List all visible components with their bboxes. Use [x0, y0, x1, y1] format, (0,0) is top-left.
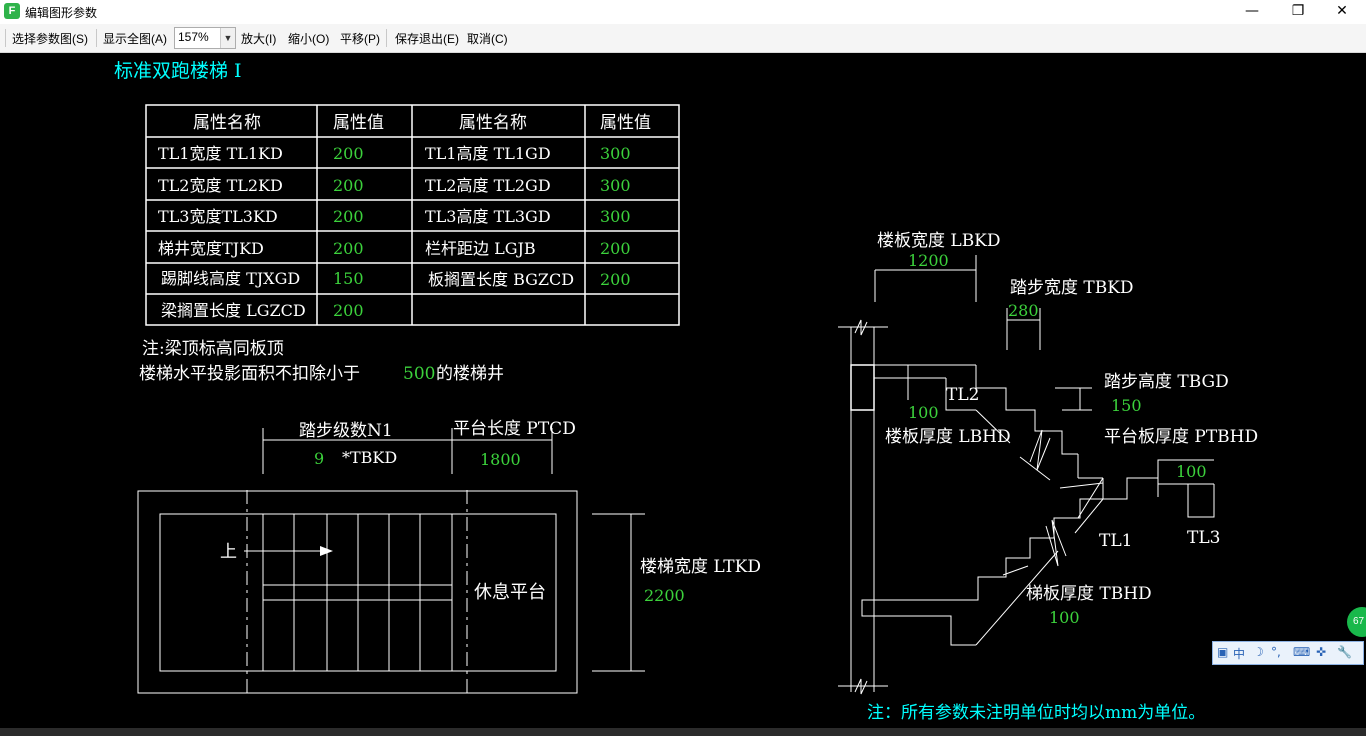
tread-width-label: 踏步宽度 TBKD [1010, 278, 1134, 298]
steps-label: 踏步级数N1 [299, 421, 393, 441]
status-bar [0, 728, 1366, 736]
up-label: 上 [220, 542, 237, 562]
stair-width-label: 楼梯宽度 LTKD [640, 557, 761, 577]
platform-length-value[interactable]: 1800 [480, 450, 521, 469]
stair-section-drawing [838, 255, 1215, 695]
table-cell-value[interactable]: 300 [600, 144, 631, 163]
table-cell-name: 踢脚线高度 TJXGD [161, 269, 300, 288]
tools-icon[interactable]: ✜ [1316, 645, 1326, 659]
table-cell-name: TL1宽度 TL1KD [158, 144, 283, 163]
wrench-icon[interactable]: 🔧 [1337, 645, 1352, 659]
table-cell-value[interactable]: 200 [600, 239, 631, 258]
table-cell-name: 梯井宽度TJKD [158, 239, 264, 258]
note-area-value[interactable]: 500 [403, 364, 435, 384]
app-icon: F [4, 3, 20, 19]
tl2-label: TL2 [946, 385, 979, 405]
platform-slab-thickness-label: 平台板厚度 PTBHD [1104, 427, 1258, 447]
keyboard-icon[interactable]: ⌨ [1293, 645, 1310, 659]
toolbar-divider [386, 29, 387, 47]
window-title: 编辑图形参数 [25, 6, 98, 20]
table-header: 属性值 [600, 113, 651, 133]
steps-multiplier: *TBKD [342, 448, 397, 467]
table-cell-value[interactable]: 300 [600, 207, 631, 226]
table-cell-value[interactable]: 200 [333, 144, 364, 163]
stair-plan-drawing [137, 428, 645, 694]
ime-language[interactable]: 中 [1233, 645, 1245, 662]
close-button[interactable]: ✕ [1319, 0, 1365, 24]
slab-width-label: 楼板宽度 LBKD [877, 231, 1001, 251]
punctuation-icon[interactable]: °, [1271, 645, 1281, 659]
drawing-canvas[interactable]: 标准双跑楼梯 I 属性名称 属性值 属性名称 属性值 TL1宽度 TL1KD T… [0, 52, 1366, 728]
stair-slab-thickness-label: 梯板厚度 TBHD [1026, 584, 1152, 604]
toolbar: 选择参数图(S) 显示全图(A) 157% ▼ 放大(I) 缩小(O) 平移(P… [0, 24, 1366, 53]
select-diagram-button[interactable]: 选择参数图(S) [12, 30, 88, 47]
table-cell-name: 梁搁置长度 LGZCD [161, 301, 306, 320]
table-cell-name: TL1高度 TL1GD [425, 144, 551, 163]
save-exit-button[interactable]: 保存退出(E) [395, 30, 459, 47]
platform-slab-thickness-value[interactable]: 100 [1176, 462, 1207, 481]
toolbar-divider [96, 29, 97, 47]
zoom-select[interactable]: 157% ▼ [174, 27, 236, 49]
table-header: 属性名称 [193, 113, 261, 133]
note-beam-top: 注:梁顶标高同板顶 [142, 339, 284, 359]
ime-toolbar[interactable]: ▣ 中 ☽ °, ⌨ ✜ 🔧 [1212, 641, 1364, 665]
table-cell-name: 栏杆距边 LGJB [425, 239, 536, 258]
slab-width-value[interactable]: 1200 [908, 251, 949, 270]
table-header: 属性值 [333, 113, 384, 133]
table-cell-name: TL3宽度TL3KD [158, 207, 278, 226]
table-cell-value[interactable]: 200 [333, 176, 364, 195]
tread-height-label: 踏步高度 TBGD [1104, 372, 1229, 392]
table-cell-value[interactable]: 300 [600, 176, 631, 195]
zoom-out-button[interactable]: 缩小(O) [288, 30, 329, 47]
ime-logo-icon: ▣ [1217, 645, 1229, 659]
chevron-down-icon[interactable]: ▼ [220, 28, 235, 48]
tl1-label: TL1 [1099, 531, 1132, 551]
note-area-suffix: 的楼梯井 [436, 364, 504, 384]
table-header: 属性名称 [459, 113, 527, 133]
units-note: 注：所有参数未注明单位时均以mm为单位。 [867, 703, 1205, 723]
table-cell-name: TL2宽度 TL2KD [158, 176, 283, 195]
table-cell-name: TL3高度 TL3GD [425, 207, 551, 226]
table-cell-value[interactable]: 200 [600, 270, 631, 289]
table-cell-value[interactable]: 200 [333, 301, 364, 320]
stair-slab-thickness-value[interactable]: 100 [1049, 608, 1080, 627]
cancel-button[interactable]: 取消(C) [467, 30, 508, 47]
table-cell-name: 板搁置长度 BGZCD [428, 270, 574, 289]
rest-platform-label: 休息平台 [474, 582, 546, 603]
toolbar-grip [5, 29, 6, 47]
zoom-in-button[interactable]: 放大(I) [241, 30, 276, 47]
tread-height-value[interactable]: 150 [1111, 396, 1142, 415]
table-cell-value[interactable]: 150 [333, 269, 364, 288]
steps-value[interactable]: 9 [314, 449, 324, 468]
note-area-prefix: 楼梯水平投影面积不扣除小于 [139, 364, 360, 384]
drawing-title: 标准双跑楼梯 I [114, 60, 242, 82]
slab-thickness-label: 楼板厚度 LBHD [885, 427, 1011, 447]
title-bar: F 编辑图形参数 — ❐ ✕ [0, 0, 1366, 24]
maximize-button[interactable]: ❐ [1275, 0, 1321, 24]
zoom-value: 157% [178, 30, 209, 44]
tl3-label: TL3 [1187, 528, 1220, 548]
minimize-button[interactable]: — [1229, 0, 1275, 24]
stair-width-value[interactable]: 2200 [644, 586, 685, 605]
show-all-button[interactable]: 显示全图(A) [103, 30, 167, 47]
table-cell-name: TL2高度 TL2GD [425, 176, 551, 195]
tread-width-value[interactable]: 280 [1008, 301, 1039, 320]
pan-button[interactable]: 平移(P) [340, 30, 380, 47]
moon-icon[interactable]: ☽ [1253, 645, 1264, 659]
table-cell-value[interactable]: 200 [333, 207, 364, 226]
table-cell-value[interactable]: 200 [333, 239, 364, 258]
platform-length-label: 平台长度 PTCD [453, 419, 576, 439]
slab-thickness-value[interactable]: 100 [908, 403, 939, 422]
